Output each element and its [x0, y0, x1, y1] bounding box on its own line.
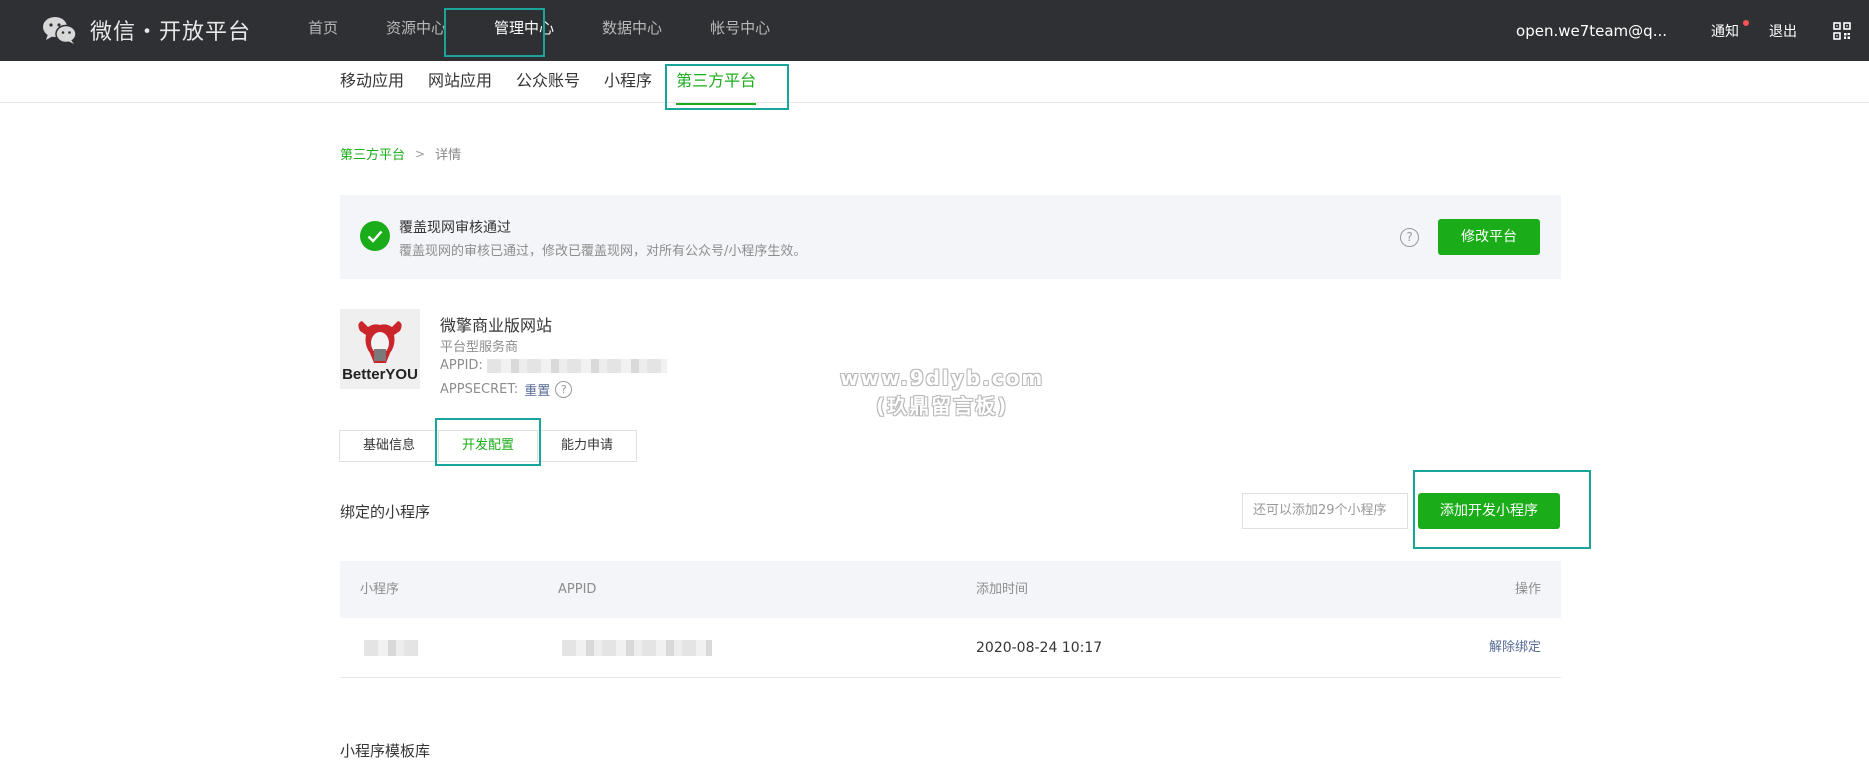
tab-capability-apply[interactable]: 能力申请 — [537, 430, 637, 462]
top-navigation-bar: 微信・开放平台 首页 资源中心 管理中心 数据中心 帐号中心 open.we7t… — [0, 0, 1869, 61]
unbind-link[interactable]: 解除绑定 — [1489, 618, 1541, 678]
qrcode-icon[interactable] — [1833, 21, 1851, 40]
watermark-line-1: www.9dlyb.com — [840, 366, 1045, 390]
reset-secret-link[interactable]: 重置 — [524, 380, 550, 399]
column-header-appid: APPID — [558, 582, 597, 597]
platform-type: 平台型服务商 — [440, 340, 519, 355]
secret-help-icon[interactable]: ? — [555, 381, 573, 398]
status-title: 覆盖现网审核通过 — [399, 220, 511, 236]
check-circle-icon — [360, 221, 390, 251]
column-header-added-time: 添加时间 — [976, 582, 1029, 597]
appsecret-label: APPSECRET: — [440, 382, 519, 397]
subnav-official-account[interactable]: 公众账号 — [516, 61, 580, 103]
bound-mini-programs-title: 绑定的小程序 — [340, 503, 431, 521]
logo-text: 微信・开放平台 — [90, 20, 252, 45]
appid-label: APPID: — [440, 358, 483, 373]
subnav-mobile-app[interactable]: 移动应用 — [340, 61, 404, 103]
notify-link[interactable]: 通知 — [1711, 19, 1749, 41]
highlight-dev-config-box — [435, 418, 541, 466]
platform-secret-row: APPSECRET: 重置 ? — [440, 380, 573, 399]
mini-program-name-redacted — [364, 640, 418, 656]
notification-dot-icon — [1743, 19, 1749, 26]
breadcrumb: 第三方平台 > 详情 — [340, 144, 462, 164]
notify-label: 通知 — [1711, 23, 1739, 40]
subnav-mini-program[interactable]: 小程序 — [604, 61, 652, 103]
table-row: 2020-08-24 10:17 解除绑定 — [340, 618, 1561, 678]
status-description: 覆盖现网的审核已通过，修改已覆盖现网，对所有公众号/小程序生效。 — [399, 244, 807, 259]
mini-program-template-library-title: 小程序模板库 — [340, 742, 431, 760]
watermark: www.9dlyb.com (玖鼎留言板) — [840, 364, 1044, 420]
tab-basic-info[interactable]: 基础信息 — [339, 430, 439, 462]
sub-navigation-bar: 移动应用 网站应用 公众账号 小程序 第三方平台 — [0, 61, 1869, 105]
wechat-open-platform-logo[interactable]: 微信・开放平台 — [42, 10, 251, 50]
breadcrumb-separator-icon: > — [415, 146, 426, 161]
nav-item-data[interactable]: 数据中心 — [578, 0, 686, 61]
table-header: 小程序 APPID 添加时间 操作 — [340, 561, 1561, 618]
highlight-management-box — [444, 8, 545, 57]
svg-text:BetterYOU: BetterYOU — [342, 366, 418, 383]
quota-field: 还可以添加29个小程序 — [1242, 493, 1408, 529]
platform-name: 微擎商业版网站 — [440, 316, 553, 335]
column-header-action: 操作 — [1514, 582, 1541, 597]
help-icon[interactable]: ? — [1400, 228, 1419, 247]
watermark-line-2: (玖鼎留言板) — [875, 394, 1009, 418]
nav-item-account[interactable]: 帐号中心 — [686, 0, 794, 61]
breadcrumb-parent-link[interactable]: 第三方平台 — [340, 144, 405, 163]
added-time: 2020-08-24 10:17 — [976, 640, 1103, 656]
platform-logo-text: BetterYOU — [342, 366, 418, 383]
nav-item-home[interactable]: 首页 — [284, 0, 362, 61]
logout-link[interactable]: 退出 — [1769, 21, 1797, 41]
review-status-panel: 覆盖现网审核通过 覆盖现网的审核已通过，修改已覆盖现网，对所有公众号/小程序生效… — [340, 195, 1561, 279]
column-header-mini-program: 小程序 — [360, 582, 400, 597]
highlight-third-party-box — [665, 64, 789, 110]
platform-logo-image: BetterYOU — [340, 309, 420, 389]
account-email[interactable]: open.we7team@q... — [1516, 22, 1667, 40]
header-actions: open.we7team@q... 通知 退出 — [1516, 0, 1869, 61]
appid-redacted — [486, 358, 667, 373]
highlight-add-button-box — [1413, 470, 1591, 549]
breadcrumb-current: 详情 — [435, 148, 462, 163]
subnav-website-app[interactable]: 网站应用 — [428, 61, 492, 103]
edit-platform-button[interactable]: 修改平台 — [1438, 219, 1540, 255]
wechat-logo-icon — [42, 15, 78, 45]
mini-program-appid-redacted — [562, 640, 712, 656]
platform-appid-row: APPID: — [440, 358, 667, 373]
